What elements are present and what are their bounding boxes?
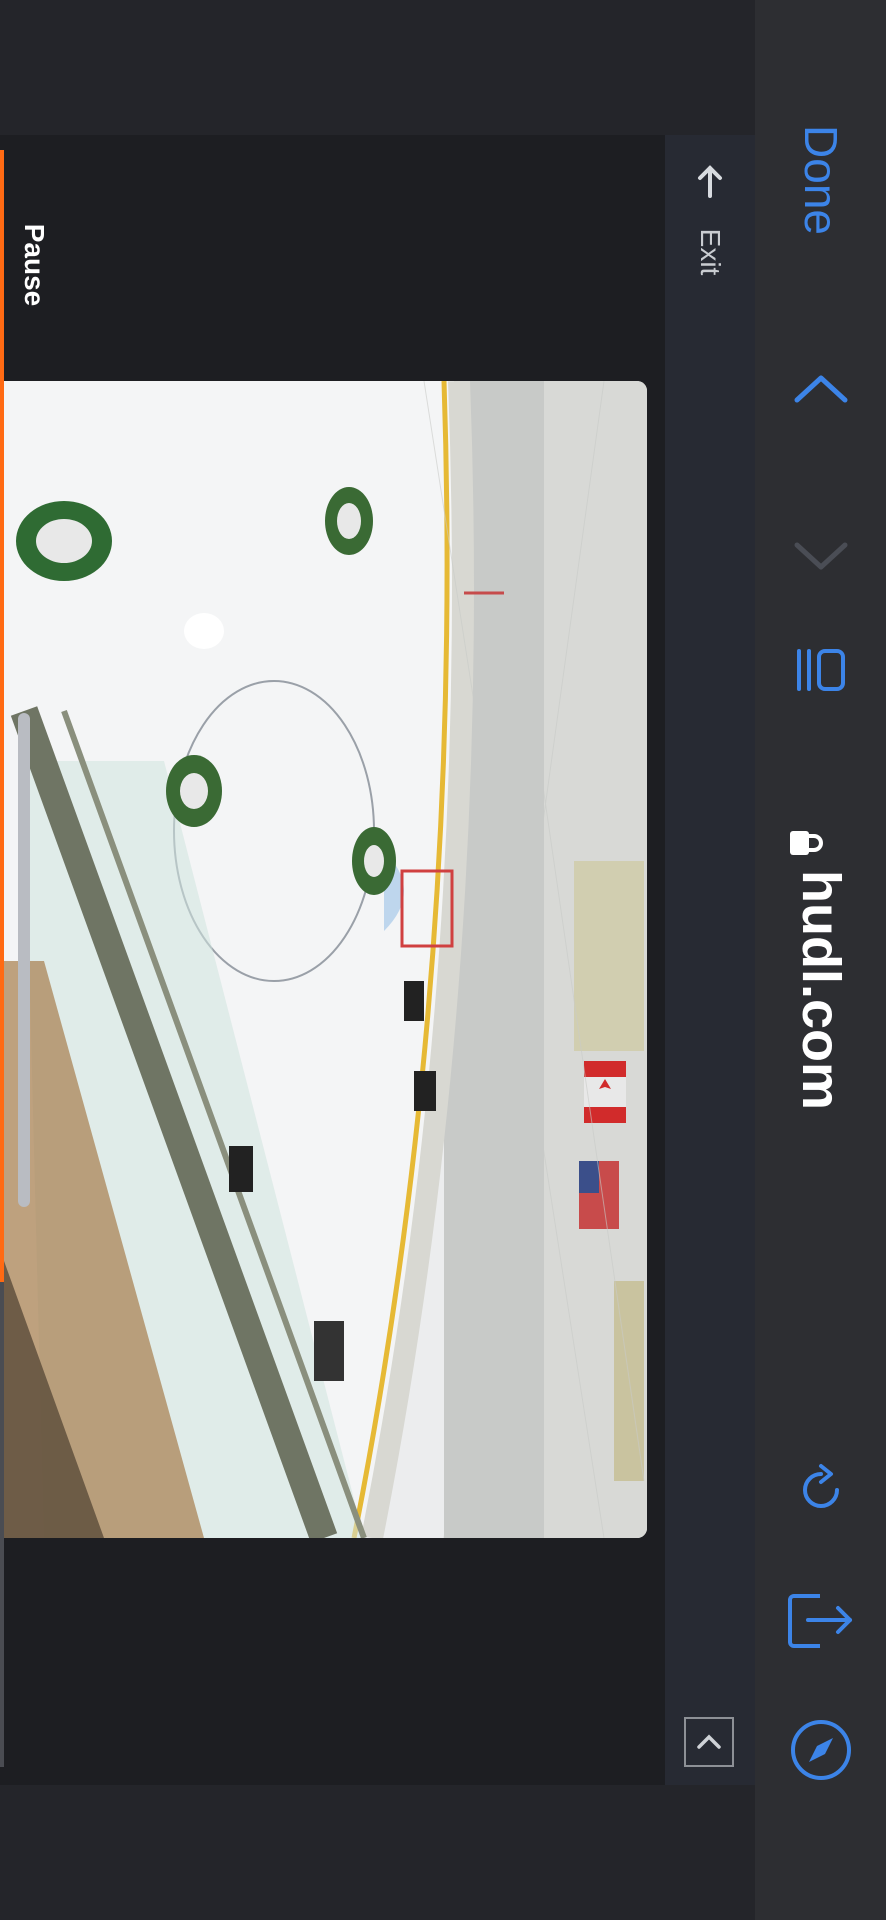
arrow-up-icon <box>698 165 722 198</box>
chevron-up-icon <box>697 1734 721 1749</box>
safari-button[interactable] <box>755 1715 886 1785</box>
player-side-panel <box>665 135 755 1785</box>
chevron-up-icon <box>794 375 847 403</box>
previous-button[interactable] <box>755 355 886 425</box>
video-image <box>4 381 647 1538</box>
video-frame[interactable] <box>4 381 647 1538</box>
video-scrubber-handle[interactable] <box>18 713 30 1207</box>
done-label: Done <box>794 125 847 235</box>
lock-icon <box>789 830 838 856</box>
scroll-up-button[interactable] <box>684 1717 734 1767</box>
next-button[interactable] <box>755 520 886 590</box>
url-field[interactable]: hudl.com <box>755 820 886 1120</box>
share-button[interactable] <box>755 1585 886 1655</box>
top-bar <box>0 0 755 135</box>
bottom-bar <box>0 1785 755 1920</box>
reload-button[interactable] <box>755 1455 886 1525</box>
reload-icon <box>802 1464 839 1508</box>
exit-label: Exit <box>695 228 726 276</box>
pause-label: Pause <box>19 223 50 307</box>
compass-icon <box>790 1720 851 1780</box>
chevron-down-icon <box>794 542 847 570</box>
url-text: hudl.com <box>790 870 851 1110</box>
reader-icon <box>796 649 845 691</box>
share-icon <box>787 1594 852 1648</box>
reader-button[interactable] <box>755 635 886 705</box>
browser-toolbar: Done hudl.com <box>755 0 886 1920</box>
exit-button[interactable]: Exit <box>680 162 740 292</box>
done-button[interactable]: Done <box>755 110 886 250</box>
